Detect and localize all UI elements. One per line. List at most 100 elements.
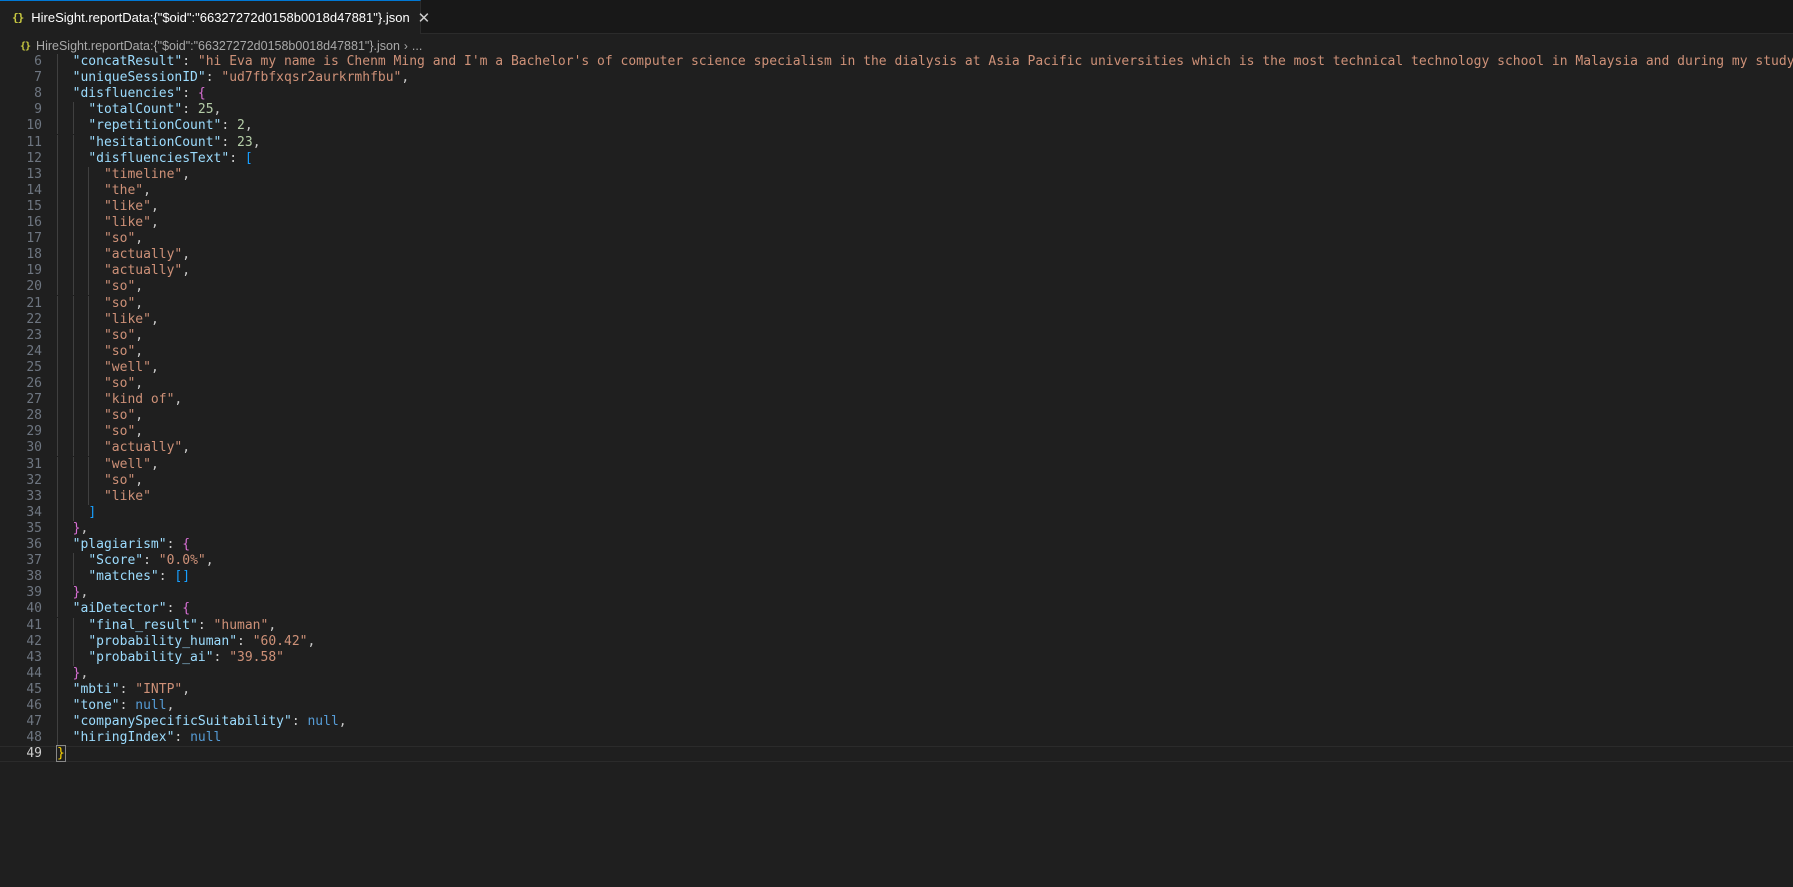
code-line[interactable]: 22 "like",	[0, 311, 1793, 328]
line-number: 8	[34, 86, 42, 102]
code-line[interactable]: 35},	[0, 520, 1793, 537]
indent-guide	[72, 440, 74, 457]
json-string: "timeline"	[103, 166, 183, 182]
code-line[interactable]: 44},	[0, 665, 1793, 682]
json-string: "so"	[103, 279, 136, 295]
close-icon[interactable]: ✕	[418, 9, 431, 27]
code-line[interactable]: 21 "so",	[0, 295, 1793, 312]
code-line[interactable]: 10 "repetitionCount": 2,	[0, 118, 1793, 135]
json-number: 23	[237, 134, 253, 150]
indent-guide	[57, 456, 58, 473]
json-punctuation: :	[158, 569, 175, 585]
tab-json-file[interactable]: {} HireSight.reportData:{"$oid":"6632727…	[0, 0, 430, 34]
code-line[interactable]: 33 "like"	[0, 488, 1793, 505]
json-punctuation: :	[221, 118, 238, 134]
indent-guide	[57, 263, 58, 280]
code-line[interactable]: 9 "totalCount": 25,	[0, 102, 1793, 119]
code-line[interactable]: 31 "well",	[0, 456, 1793, 473]
code-line[interactable]: 34]	[0, 504, 1793, 521]
json-punctuation: ,	[205, 553, 214, 569]
indent-guide	[72, 553, 74, 570]
code-line[interactable]: 49}	[0, 745, 1793, 763]
code-text: "so",	[104, 344, 143, 360]
json-punctuation: []	[174, 569, 191, 585]
breadcrumb-file[interactable]: HireSight.reportData:{"$oid":"66327272d0…	[36, 39, 400, 53]
indent-guide	[72, 343, 74, 360]
code-line[interactable]: 27 "kind of",	[0, 392, 1793, 409]
code-line[interactable]: 17 "so",	[0, 231, 1793, 248]
code-line[interactable]: 42 "probability_human": "60.42",	[0, 633, 1793, 650]
code-line[interactable]: 48 "hiringIndex": null	[0, 730, 1793, 747]
code-line[interactable]: 36 "plagiarism": {	[0, 537, 1793, 554]
code-line[interactable]: 14 "the",	[0, 182, 1793, 199]
json-punctuation: ,	[401, 70, 410, 86]
json-string: "so"	[103, 424, 136, 440]
code-line[interactable]: 12 "disfluenciesText": [	[0, 150, 1793, 167]
indent-guide	[72, 376, 74, 393]
code-line[interactable]: 7 "uniqueSessionID": "ud7fbfxqsr2aurkrmhf…	[0, 70, 1793, 87]
code-line[interactable]: 32 "so",	[0, 472, 1793, 489]
code-line[interactable]: 40 "aiDetector": {	[0, 601, 1793, 618]
code-text: "concatResult": "hi Eva my name is Chenm…	[73, 54, 1793, 70]
line-number: 29	[26, 424, 42, 440]
indent-guide	[88, 472, 90, 489]
code-line[interactable]: 25 "well",	[0, 359, 1793, 376]
code-line[interactable]: 41 "final_result": "human",	[0, 617, 1793, 634]
line-number: 42	[26, 633, 42, 649]
indent-guide	[57, 198, 58, 215]
code-line[interactable]: 8 "disfluencies": {	[0, 86, 1793, 103]
json-string: "actually"	[103, 247, 183, 263]
json-punctuation: ,	[182, 166, 191, 182]
line-number: 30	[26, 440, 42, 456]
code-line[interactable]: 38 "matches": []	[0, 569, 1793, 586]
code-line[interactable]: 45 "mbti": "INTP",	[0, 681, 1793, 698]
line-number: 45	[26, 681, 42, 697]
code-line[interactable]: 37 "Score": "0.0%",	[0, 553, 1793, 570]
indent-guide	[57, 215, 58, 232]
code-text: "like",	[104, 215, 159, 231]
code-line[interactable]: 26 "so",	[0, 376, 1793, 393]
code-editor[interactable]: 6 "concatResult": "hi Eva my name is Chen…	[0, 54, 1793, 887]
indent-guide	[57, 70, 58, 87]
json-punctuation: :	[166, 537, 183, 552]
indent-guide	[57, 279, 58, 296]
json-punctuation: ,	[150, 198, 159, 214]
breadcrumb-more[interactable]: ...	[412, 39, 422, 53]
json-string: "actually"	[103, 263, 183, 279]
code-line[interactable]: 24 "so",	[0, 343, 1793, 360]
code-line[interactable]: 11 "hesitationCount": 23,	[0, 134, 1793, 151]
code-line[interactable]: 20 "so",	[0, 279, 1793, 296]
code-line[interactable]: 47 "companySpecificSuitability": null,	[0, 714, 1793, 731]
json-punctuation: ,	[135, 376, 144, 391]
code-line[interactable]: 16 "like",	[0, 215, 1793, 232]
json-punctuation: :	[213, 649, 230, 665]
indent-guide	[72, 311, 74, 328]
indent-guide	[57, 698, 58, 715]
code-line[interactable]: 18 "actually",	[0, 247, 1793, 264]
code-line[interactable]: 23 "so",	[0, 327, 1793, 344]
indent-guide	[57, 182, 58, 199]
code-line[interactable]: 6 "concatResult": "hi Eva my name is Chen…	[0, 54, 1793, 71]
json-key: "companySpecificSuitability"	[72, 714, 292, 730]
indent-guide	[72, 472, 74, 489]
json-punctuation: :	[119, 681, 136, 697]
code-line[interactable]: 15 "like",	[0, 198, 1793, 215]
code-line[interactable]: 39},	[0, 585, 1793, 602]
indent-guide	[57, 585, 58, 602]
code-line[interactable]: 19 "actually",	[0, 263, 1793, 280]
code-text: "final_result": "human",	[88, 618, 276, 634]
code-line[interactable]: 29 "so",	[0, 424, 1793, 441]
indent-guide	[72, 150, 74, 167]
code-line[interactable]: 13 "timeline",	[0, 166, 1793, 183]
code-line[interactable]: 30 "actually",	[0, 440, 1793, 457]
line-number: 48	[26, 730, 42, 746]
indent-guide	[72, 198, 74, 215]
json-punctuation: :	[182, 102, 198, 118]
code-line[interactable]: 43 "probability_ai": "39.58"	[0, 649, 1793, 666]
line-number: 20	[26, 279, 42, 295]
line-number: 24	[26, 343, 42, 359]
code-line[interactable]: 28 "so",	[0, 408, 1793, 425]
code-line[interactable]: 46 "tone": null,	[0, 698, 1793, 715]
code-text: "so",	[104, 473, 143, 489]
code-text: "so",	[104, 296, 143, 312]
